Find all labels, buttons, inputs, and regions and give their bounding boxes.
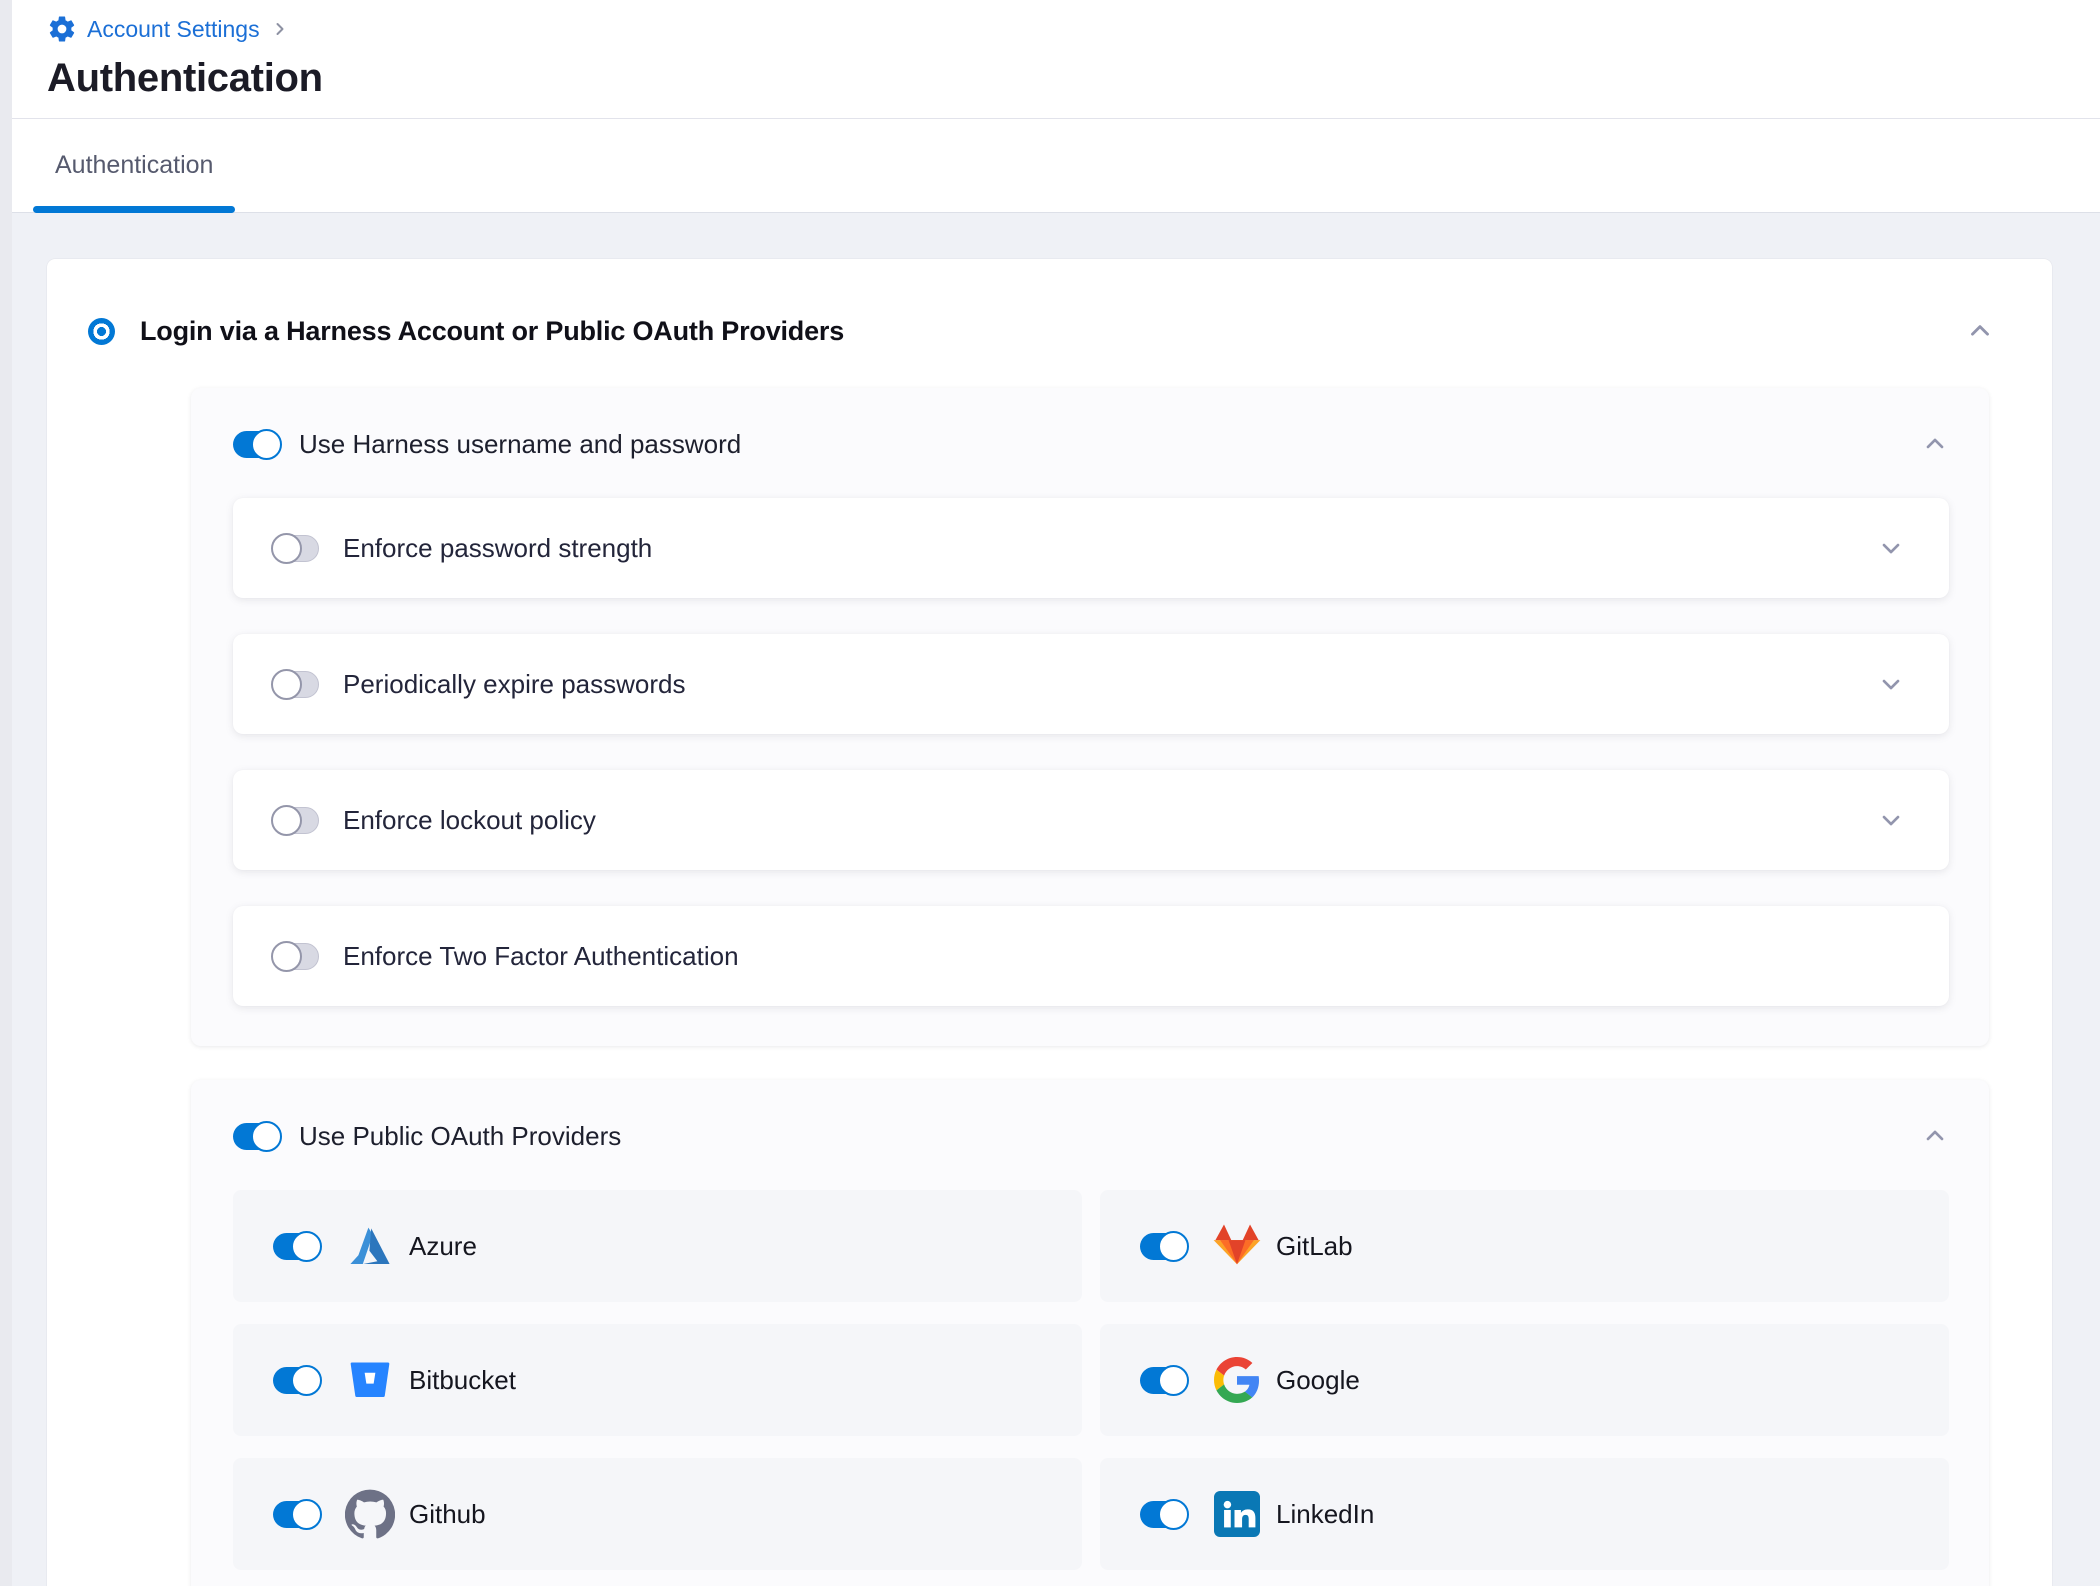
page-header: Account Settings Authentication	[0, 0, 2100, 119]
provider-name: Azure	[409, 1231, 477, 1262]
oauth-providers-card: Use Public OAuth Providers Azure	[191, 1080, 1989, 1586]
periodically-expire-passwords-toggle[interactable]	[273, 671, 319, 698]
linkedin-toggle[interactable]	[1140, 1501, 1186, 1528]
option-label: Enforce password strength	[343, 533, 652, 564]
provider-google: Google	[1100, 1324, 1949, 1436]
periodically-expire-passwords-expand-icon[interactable]	[1877, 670, 1905, 698]
oauth-providers-title: Use Public OAuth Providers	[299, 1121, 621, 1152]
tab-bar: Authentication	[0, 119, 2100, 213]
authentication-card: Login via a Harness Account or Public OA…	[47, 259, 2052, 1586]
oauth-providers-header: Use Public OAuth Providers	[233, 1108, 1949, 1164]
provider-name: LinkedIn	[1276, 1499, 1374, 1530]
breadcrumb: Account Settings	[47, 10, 2052, 48]
provider-github: Github	[233, 1458, 1082, 1570]
linkedin-icon	[1210, 1487, 1264, 1541]
oauth-providers-toggle[interactable]	[233, 1123, 279, 1150]
enforce-password-strength-toggle[interactable]	[273, 535, 319, 562]
username-password-collapse-icon[interactable]	[1921, 430, 1949, 458]
option-label: Periodically expire passwords	[343, 669, 685, 700]
tab-authentication[interactable]: Authentication	[33, 119, 235, 212]
username-password-header: Use Harness username and password	[233, 416, 1949, 472]
enforce-lockout-policy-toggle[interactable]	[273, 807, 319, 834]
option-label: Enforce lockout policy	[343, 805, 596, 836]
github-toggle[interactable]	[273, 1501, 319, 1528]
login-section-title: Login via a Harness Account or Public OA…	[140, 316, 844, 347]
option-enforce-lockout-policy: Enforce lockout policy	[233, 770, 1949, 870]
active-tab-underline	[33, 206, 235, 213]
provider-name: Github	[409, 1499, 486, 1530]
username-password-toggle[interactable]	[233, 431, 279, 458]
login-section-collapse-icon[interactable]	[1965, 316, 1995, 346]
provider-name: GitLab	[1276, 1231, 1353, 1262]
bitbucket-toggle[interactable]	[273, 1367, 319, 1394]
option-label: Enforce Two Factor Authentication	[343, 941, 739, 972]
gear-icon	[47, 14, 77, 44]
oauth-providers-collapse-icon[interactable]	[1921, 1122, 1949, 1150]
content-area: Login via a Harness Account or Public OA…	[0, 213, 2100, 1586]
breadcrumb-account-settings-link[interactable]: Account Settings	[87, 16, 260, 43]
providers-grid: Azure GitLab	[233, 1190, 1949, 1570]
github-icon	[343, 1487, 397, 1541]
provider-name: Google	[1276, 1365, 1360, 1396]
option-enforce-two-factor-authentication: Enforce Two Factor Authentication	[233, 906, 1949, 1006]
enforce-lockout-policy-expand-icon[interactable]	[1877, 806, 1905, 834]
enforce-two-factor-authentication-toggle[interactable]	[273, 943, 319, 970]
provider-gitlab: GitLab	[1100, 1190, 1949, 1302]
password-options-list: Enforce password strength Periodically e…	[233, 498, 1949, 1006]
login-method-radio[interactable]	[88, 318, 115, 345]
username-password-title: Use Harness username and password	[299, 429, 741, 460]
breadcrumb-chevron-icon	[270, 19, 290, 39]
option-periodically-expire-passwords: Periodically expire passwords	[233, 634, 1949, 734]
provider-name: Bitbucket	[409, 1365, 516, 1396]
left-edge-strip	[0, 0, 12, 1586]
provider-bitbucket: Bitbucket	[233, 1324, 1082, 1436]
page-title: Authentication	[47, 56, 2052, 101]
bitbucket-icon	[343, 1353, 397, 1407]
azure-icon	[343, 1219, 397, 1273]
google-toggle[interactable]	[1140, 1367, 1186, 1394]
login-section-header: Login via a Harness Account or Public OA…	[88, 303, 1995, 359]
gitlab-icon	[1210, 1219, 1264, 1273]
google-icon	[1210, 1353, 1264, 1407]
provider-linkedin: LinkedIn	[1100, 1458, 1949, 1570]
username-password-card: Use Harness username and password Enforc…	[191, 388, 1989, 1046]
azure-toggle[interactable]	[273, 1233, 319, 1260]
option-enforce-password-strength: Enforce password strength	[233, 498, 1949, 598]
gitlab-toggle[interactable]	[1140, 1233, 1186, 1260]
tab-authentication-label: Authentication	[55, 151, 213, 180]
enforce-password-strength-expand-icon[interactable]	[1877, 534, 1905, 562]
provider-azure: Azure	[233, 1190, 1082, 1302]
